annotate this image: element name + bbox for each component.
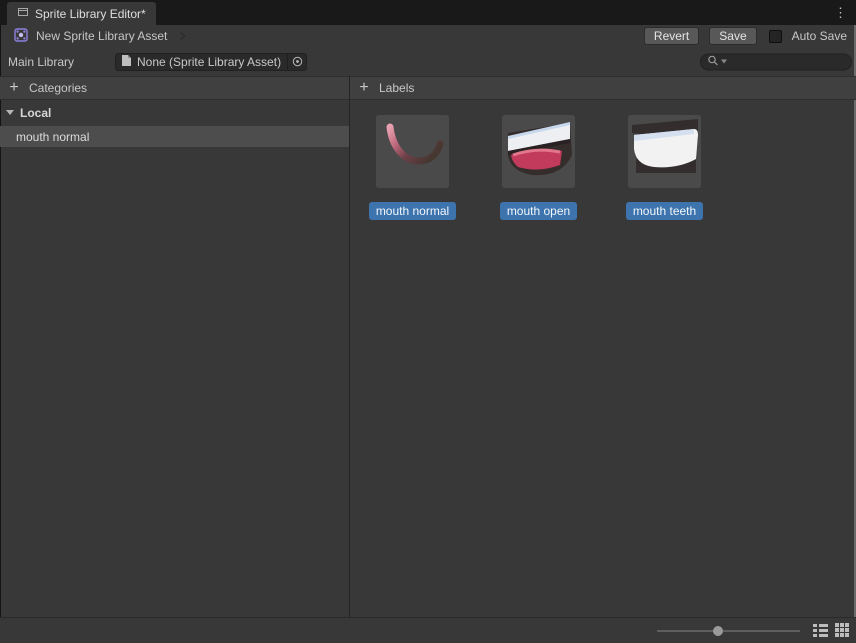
category-label: mouth normal [16,130,89,144]
list-view-button[interactable] [813,623,829,639]
breadcrumb-item[interactable]: New Sprite Library Asset [36,29,167,43]
object-picker-icon[interactable] [287,54,304,70]
add-label-button[interactable]: + [357,81,371,95]
footer-bar [0,617,856,643]
search-filter-caret-icon [721,60,727,64]
category-row-mouth-normal[interactable]: mouth normal [0,126,349,147]
sprite-card-grid: mouth normal mouth [350,100,856,220]
main-area: + Categories Local mouth normal + Labels [0,76,856,617]
categories-header-bar: + Categories [0,76,349,100]
window-menu-button[interactable]: ⋮ [834,5,856,25]
sprite-card-mouth-teeth[interactable]: mouth teeth [628,115,701,220]
sprite-label-pill[interactable]: mouth teeth [626,202,703,220]
sprite-card-mouth-normal[interactable]: mouth normal [376,115,449,220]
window-tab-icon [17,6,29,21]
search-icon [707,54,719,69]
asset-doc-icon [121,54,132,70]
sprite-label-pill[interactable]: mouth normal [369,202,456,220]
revert-button[interactable]: Revert [644,27,699,45]
auto-save-label: Auto Save [792,29,847,43]
tab-sprite-library-editor[interactable]: Sprite Library Editor* [7,2,156,25]
labels-header-bar: + Labels [350,76,856,100]
zoom-slider-track[interactable] [657,630,800,632]
main-library-row: Main Library None (Sprite Library Asset) [0,47,856,76]
search-field[interactable] [700,53,852,70]
zoom-slider[interactable] [657,618,800,643]
toolbar: New Sprite Library Asset Revert Save Aut… [0,25,856,47]
tab-bar: Sprite Library Editor* ⋮ [0,0,856,25]
add-category-button[interactable]: + [7,81,21,95]
local-group-label: Local [20,106,51,120]
object-field-value: None (Sprite Library Asset) [137,55,282,69]
zoom-slider-handle[interactable] [713,626,723,636]
auto-save-checkbox[interactable] [769,30,782,43]
local-foldout[interactable]: Local [0,102,349,123]
sprite-thumbnail-mouth-normal[interactable] [376,115,449,188]
sprite-library-asset-icon [13,27,29,46]
foldout-triangle-icon [6,110,14,115]
sprite-thumbnail-mouth-teeth[interactable] [628,115,701,188]
sprite-card-mouth-open[interactable]: mouth open [502,115,575,220]
categories-panel: + Categories Local mouth normal [0,76,350,617]
toolbar-actions: Revert Save Auto Save [644,27,856,45]
main-library-object-field[interactable]: None (Sprite Library Asset) [115,53,307,71]
sprite-library-editor-window: Sprite Library Editor* ⋮ New Sprite Libr… [0,0,856,643]
breadcrumb-separator-icon [177,32,185,40]
save-button[interactable]: Save [709,27,756,45]
sprite-thumbnail-mouth-open[interactable] [502,115,575,188]
main-library-label: Main Library [8,55,74,69]
labels-header-label: Labels [379,81,414,95]
sprite-label-pill[interactable]: mouth open [500,202,577,220]
grid-view-button[interactable] [835,623,851,639]
categories-header-label: Categories [29,81,87,95]
labels-panel: + Labels [350,76,856,617]
tab-title: Sprite Library Editor* [35,7,146,21]
search-input[interactable] [729,55,845,69]
